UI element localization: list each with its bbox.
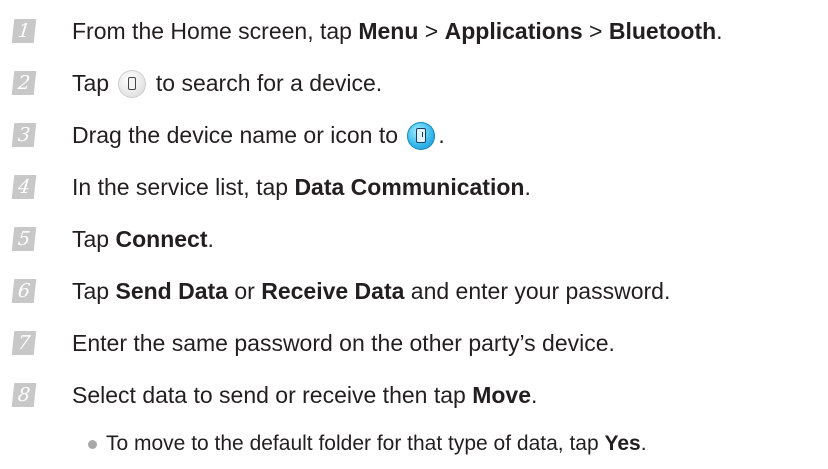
step-text: Select data to send or receive then tap …: [72, 380, 537, 410]
data-communication-keyword: Data Communication: [294, 174, 525, 200]
text-segment: .: [640, 432, 647, 455]
step-text: Tap Connect.: [72, 224, 214, 254]
bluetooth-device-icon: [407, 122, 436, 151]
text-segment: .: [438, 121, 445, 148]
text-segment: .: [531, 382, 538, 408]
step-text: In the service list, tap Data Communicat…: [72, 172, 531, 202]
text-segment: From the Home screen, tap: [72, 18, 359, 44]
search-device-icon: [118, 70, 147, 99]
step-number: 7: [11, 331, 37, 355]
step-text: Tap Send Data or Receive Data and enter …: [72, 276, 670, 306]
text-segment: and enter your password.: [404, 278, 671, 304]
applications-keyword: Applications: [444, 18, 583, 44]
text-segment: or: [227, 278, 262, 304]
move-keyword: Move: [472, 382, 531, 408]
step-text: Tap to search for a device.: [72, 68, 382, 99]
text-segment: .: [524, 174, 531, 200]
text-segment: Tap: [72, 226, 116, 252]
step-number: 1: [11, 19, 37, 43]
step-number: 5: [11, 227, 37, 251]
text-segment: >: [418, 18, 445, 44]
yes-keyword: Yes: [604, 432, 641, 455]
note-text: To move to the default folder for that t…: [106, 429, 647, 459]
text-segment: Tap: [72, 278, 116, 304]
step-text: Drag the device name or icon to .: [72, 120, 445, 151]
text-segment: In the service list, tap: [72, 174, 295, 200]
receive-data-keyword: Receive Data: [261, 278, 405, 304]
text-segment: .: [716, 18, 723, 44]
step-number: 4: [11, 175, 37, 199]
text-segment: To move to the default folder for that t…: [106, 432, 605, 455]
step-number: 8: [11, 383, 37, 407]
text-segment: .: [207, 226, 214, 252]
text-segment: Drag the device name or icon to: [72, 121, 405, 148]
connect-keyword: Connect: [115, 226, 208, 252]
menu-keyword: Menu: [358, 18, 419, 44]
step-text: Enter the same password on the other par…: [72, 330, 615, 356]
step-number: 2: [11, 71, 37, 95]
step-8-note: To move to the default folder for that t…: [88, 428, 647, 460]
bluetooth-keyword: Bluetooth: [608, 18, 717, 44]
step-number: 3: [11, 123, 37, 147]
send-data-keyword: Send Data: [115, 278, 228, 304]
bullet-icon: [88, 439, 97, 449]
text-segment: to search for a device.: [149, 69, 383, 96]
text-segment: >: [582, 18, 609, 44]
step-number: 6: [11, 279, 37, 303]
text-segment: Select data to send or receive then tap: [72, 382, 473, 408]
text-segment: Tap: [72, 69, 116, 96]
step-text: From the Home screen, tap Menu > Applica…: [72, 16, 723, 46]
